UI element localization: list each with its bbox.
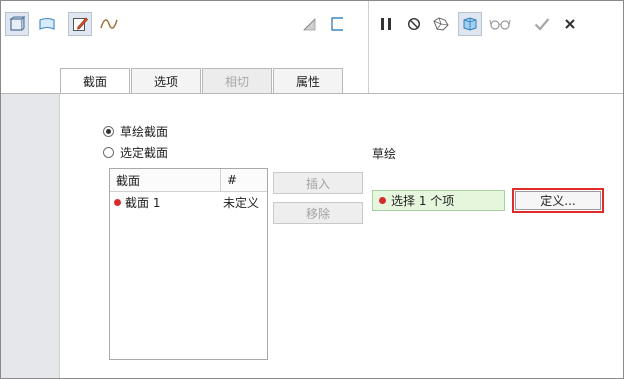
toolbar: 截面 选项 相切 属性 (1, 1, 623, 94)
column-header-number[interactable]: # (221, 169, 267, 191)
close-icon[interactable] (558, 12, 582, 36)
no-preview-icon[interactable] (402, 12, 426, 36)
toolbar-separator (368, 1, 369, 94)
radio-button[interactable] (103, 147, 114, 158)
apply-check-icon[interactable] (530, 12, 554, 36)
radio-sketched-section[interactable]: 草绘截面 (103, 123, 168, 140)
tab-properties[interactable]: 属性 (273, 68, 343, 93)
column-header-section[interactable]: 截面 (110, 169, 221, 191)
tab-options[interactable]: 选项 (131, 68, 201, 93)
section-name: 截面 1 (125, 195, 161, 210)
define-button[interactable]: 定义... (515, 191, 601, 210)
solid-icon[interactable] (5, 12, 29, 36)
left-gutter (1, 94, 60, 378)
insert-button[interactable]: 插入 (273, 172, 363, 194)
sketch-label: 草绘 (372, 147, 397, 161)
list-header: 截面 # (110, 169, 267, 192)
blend-dashboard: 截面 选项 相切 属性 草绘截面 选定截面 截面 # 截面 1 未定义 插入 移… (0, 0, 624, 379)
remove-button[interactable]: 移除 (273, 202, 363, 224)
radio-label: 选定截面 (120, 146, 169, 160)
verify-model-icon[interactable] (429, 12, 453, 36)
row-section-cell: 截面 1 (110, 194, 221, 211)
glasses-icon[interactable] (488, 12, 512, 36)
sections-panel: 草绘截面 选定截面 截面 # 截面 1 未定义 插入 移除 草绘 选择 1 个项… (60, 94, 623, 378)
surface-icon[interactable] (35, 12, 59, 36)
radio-label: 草绘截面 (120, 125, 169, 139)
sketch-collector[interactable]: 选择 1 个项 (372, 190, 505, 211)
tab-sections[interactable]: 截面 (60, 68, 130, 94)
define-highlight: 定义... (512, 188, 604, 213)
radio-selected-section[interactable]: 选定截面 (103, 144, 168, 161)
sketch-icon[interactable] (68, 12, 92, 36)
status-dot-icon (379, 197, 386, 204)
thicken-icon[interactable] (297, 12, 321, 36)
section-status: 未定义 (223, 195, 260, 210)
tab-bar: 截面 选项 相切 属性 (60, 68, 344, 94)
section-list[interactable]: 截面 # 截面 1 未定义 (109, 168, 268, 360)
collector-text: 选择 1 个项 (391, 194, 455, 208)
pause-icon[interactable] (374, 12, 398, 36)
open-section-icon[interactable] (325, 12, 349, 36)
spline-icon[interactable] (97, 12, 121, 36)
preview-icon[interactable] (458, 12, 482, 36)
list-row[interactable]: 截面 1 未定义 (110, 192, 267, 212)
status-dot-icon (114, 198, 121, 206)
tab-tangency: 相切 (202, 68, 272, 93)
radio-button-checked[interactable] (103, 126, 114, 137)
